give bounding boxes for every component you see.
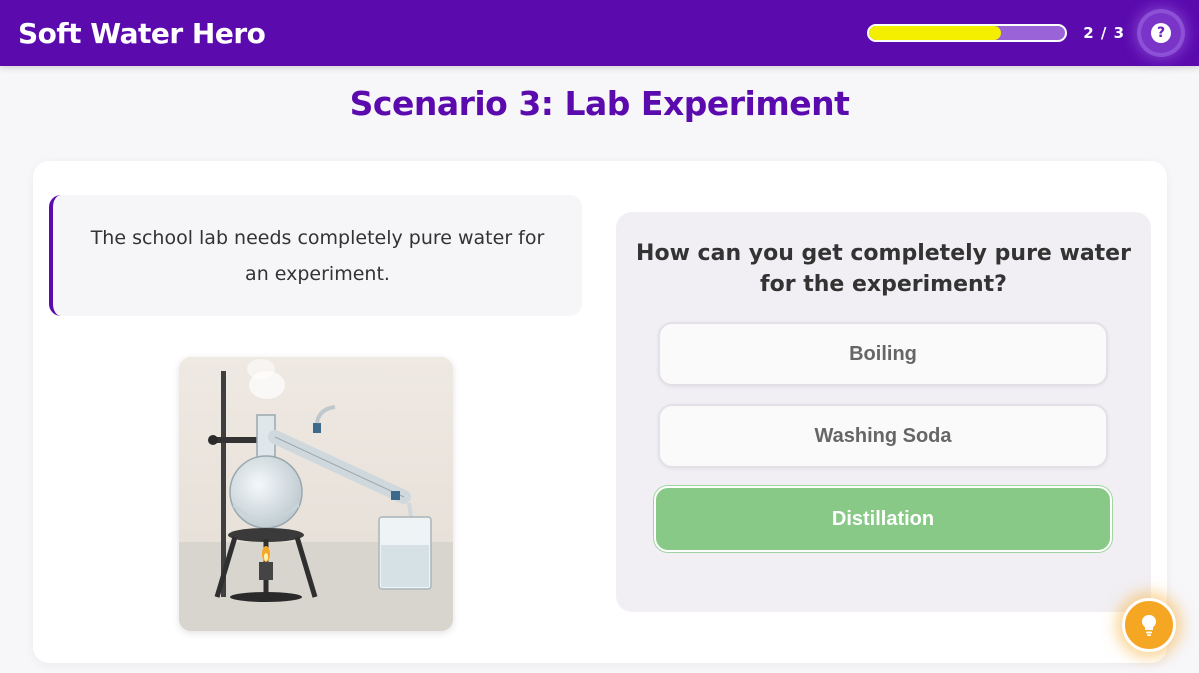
option-boiling[interactable]: Boiling [658, 322, 1108, 386]
distillation-apparatus-illustration [179, 357, 453, 631]
progress-counter: 2 / 3 [1083, 24, 1125, 42]
question-text: How can you get completely pure water fo… [636, 241, 1131, 297]
hint-button[interactable] [1122, 598, 1176, 652]
progress-fill [869, 26, 1001, 40]
app-title: Soft Water Hero [18, 16, 266, 50]
header-controls: 2 / 3 ? [867, 13, 1181, 53]
lab-distillation-image [179, 357, 453, 631]
scenario-card: The school lab needs completely pure wat… [33, 161, 1167, 663]
option-distillation-correct[interactable]: Distillation [654, 486, 1112, 552]
scenario-description-box: The school lab needs completely pure wat… [49, 195, 582, 316]
option-washing-soda[interactable]: Washing Soda [658, 404, 1108, 468]
scenario-title: Scenario 3: Lab Experiment [349, 84, 850, 123]
scenario-description: The school lab needs completely pure wat… [90, 226, 545, 285]
app-header: Soft Water Hero 2 / 3 ? [0, 0, 1199, 66]
progress-bar [867, 24, 1068, 42]
question-mark-icon: ? [1151, 23, 1171, 43]
help-button[interactable]: ? [1141, 13, 1181, 53]
lightbulb-icon [1142, 615, 1156, 636]
question-panel: How can you get completely pure water fo… [616, 212, 1151, 612]
